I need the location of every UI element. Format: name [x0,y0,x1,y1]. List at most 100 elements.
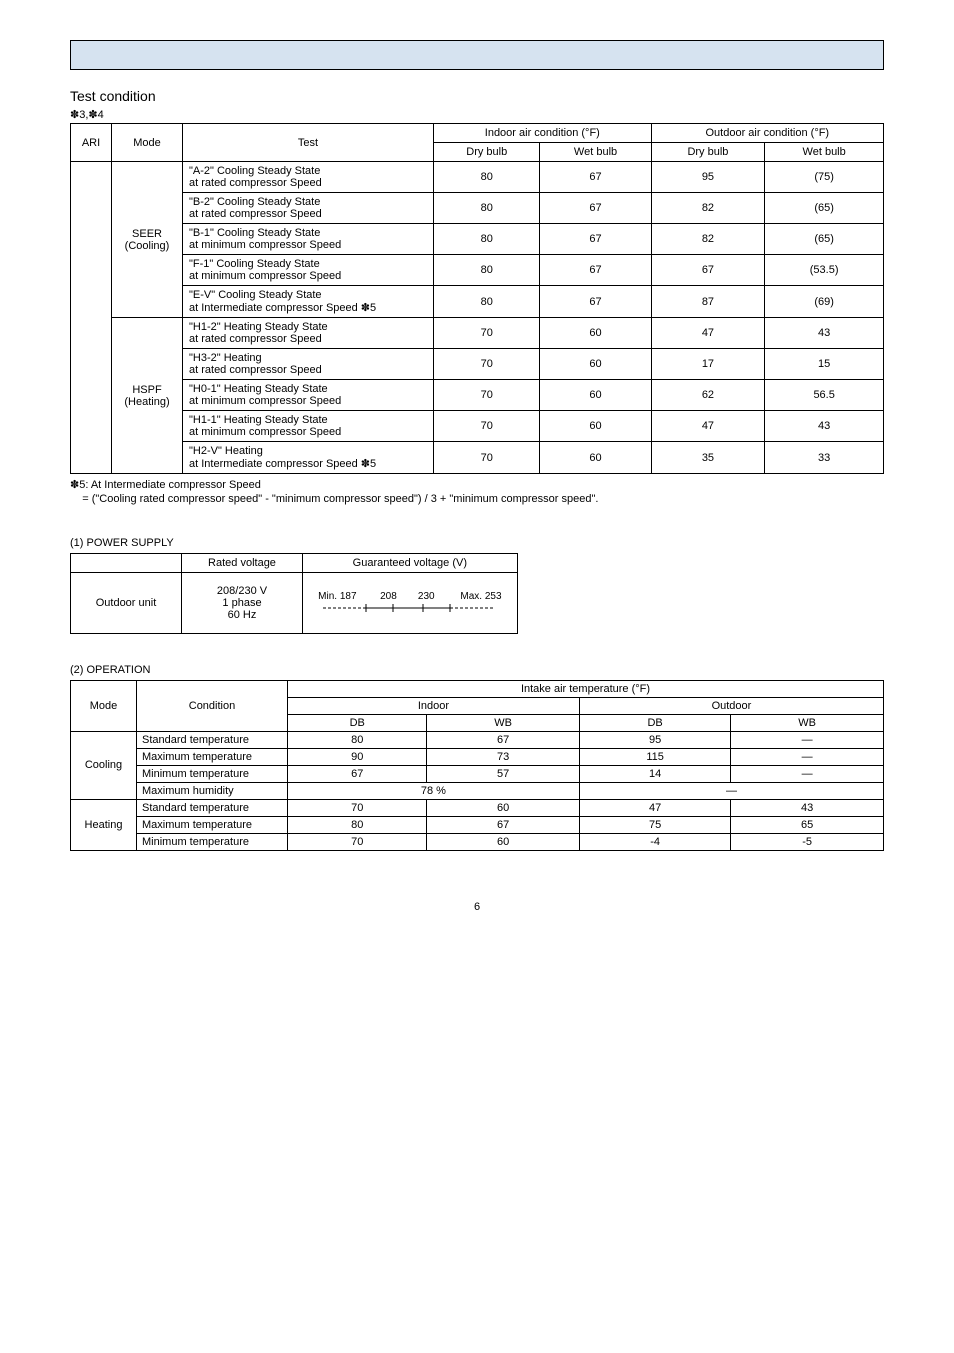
cell-val: 67 [288,765,427,782]
cell-val: 75 [579,816,730,833]
cell-cond: Maximum humidity [137,782,288,799]
cell-val: 67 [540,255,651,286]
table-row: CoolingStandard temperature806795— [71,731,884,748]
cell-cond: Maximum temperature [137,748,288,765]
table-row: "F-1" Cooling Steady State at minimum co… [71,255,884,286]
operation-title: (2) OPERATION [70,664,884,676]
header-bar [70,40,884,70]
table-row: HSPF (Heating)"H1-2" Heating Steady Stat… [71,318,884,349]
cell-test: "H1-1" Heating Steady State at minimum c… [183,411,434,442]
table-row: HeatingStandard temperature70604743 [71,799,884,816]
cell-val: 65 [731,816,884,833]
table-row: Maximum temperature80677565 [71,816,884,833]
cell-cond: Standard temperature [137,799,288,816]
table-row: "B-1" Cooling Steady State at minimum co… [71,224,884,255]
cell-val: 47 [651,318,765,349]
cell-cond: Minimum temperature [137,833,288,850]
cell-val: 70 [434,380,540,411]
th-mode: Mode [112,124,183,162]
cell-val: 73 [427,748,579,765]
cell-val: 82 [651,193,765,224]
cell-cond: Standard temperature [137,731,288,748]
cell-val: 70 [434,318,540,349]
cell-val: 70 [288,799,427,816]
cell-val: 43 [765,318,884,349]
cell-val: 70 [434,349,540,380]
cell-test: "H2-V" Heating at Intermediate compresso… [183,442,434,474]
cell-val: (53.5) [765,255,884,286]
table-row: "H0-1" Heating Steady State at minimum c… [71,380,884,411]
footnote: ✽5: At Intermediate compressor Speed = (… [70,478,884,507]
cell-test: "B-1" Cooling Steady State at minimum co… [183,224,434,255]
cell-val: 70 [434,411,540,442]
table-row: "H2-V" Heating at Intermediate compresso… [71,442,884,474]
cell-val: 87 [651,286,765,318]
cell-val: 33 [765,442,884,474]
cell-val: 80 [434,162,540,193]
table-row: "H1-1" Heating Steady State at minimum c… [71,411,884,442]
cell-val: 67 [540,162,651,193]
cell-val: 15 [765,349,884,380]
cell-val: 67 [540,193,651,224]
th-owb: WB [731,714,884,731]
cell-test: "F-1" Cooling Steady State at minimum co… [183,255,434,286]
cell-val: 70 [288,833,427,850]
cell-test: "H1-2" Heating Steady State at rated com… [183,318,434,349]
cell-val: (65) [765,224,884,255]
cell-test: "H3-2" Heating at rated compressor Speed [183,349,434,380]
cell-val: 35 [651,442,765,474]
cell-val: 80 [434,286,540,318]
th-test: Test [183,124,434,162]
th-dry-2: Dry bulb [651,143,765,162]
cell-val: — [731,765,884,782]
table-row: "B-2" Cooling Steady State at rated comp… [71,193,884,224]
cell-val: 70 [434,442,540,474]
cell-val: 78 % [288,782,580,799]
cell-val: 115 [579,748,730,765]
cell-hspf: HSPF (Heating) [112,318,183,474]
table-row: Minimum temperature7060-4-5 [71,833,884,850]
gauge-208: 208 [371,591,406,602]
cell-val: 60 [540,380,651,411]
cell-val: — [731,731,884,748]
cell-val: 95 [579,731,730,748]
cell-val: (65) [765,193,884,224]
cell-cond: Minimum temperature [137,765,288,782]
th-op-cond: Condition [137,680,288,731]
table-row: SEER (Cooling)"A-2" Cooling Steady State… [71,162,884,193]
cell-val: 60 [540,318,651,349]
cell-val: 67 [427,731,579,748]
cell-ari [71,162,112,474]
cell-val: 14 [579,765,730,782]
th-op-outdoor: Outdoor [579,697,883,714]
cell-val: — [579,782,883,799]
cell-val: 67 [427,816,579,833]
table-row: Maximum humidity78 %— [71,782,884,799]
cell-val: 17 [651,349,765,380]
footnote-line2: = ("Cooling rated compressor speed" - "m… [82,493,598,505]
cell-val: -5 [731,833,884,850]
th-rated: Rated voltage [182,553,303,572]
power-title: (1) POWER SUPPLY [70,537,884,549]
cell-test: "H0-1" Heating Steady State at minimum c… [183,380,434,411]
th-op-indoor: Indoor [288,697,580,714]
cell-val: 57 [427,765,579,782]
th-wet-2: Wet bulb [765,143,884,162]
cell-val: 82 [651,224,765,255]
cell-val: 67 [540,224,651,255]
th-iwb: WB [427,714,579,731]
cell-val: 60 [540,411,651,442]
th-wet-1: Wet bulb [540,143,651,162]
cell-test: "A-2" Cooling Steady State at rated comp… [183,162,434,193]
th-intake: Intake air temperature (°F) [288,680,884,697]
cell-val: 60 [540,349,651,380]
cell-seer: SEER (Cooling) [112,162,183,318]
cell-val: 43 [765,411,884,442]
th-indoor: Indoor air condition (°F) [434,124,652,143]
th-idb: DB [288,714,427,731]
cell-val: 60 [427,799,579,816]
table-row: Maximum temperature9073115— [71,748,884,765]
cell-val: 62 [651,380,765,411]
section-title: Test condition [70,88,884,104]
operation-table: Mode Condition Intake air temperature (°… [70,680,884,851]
